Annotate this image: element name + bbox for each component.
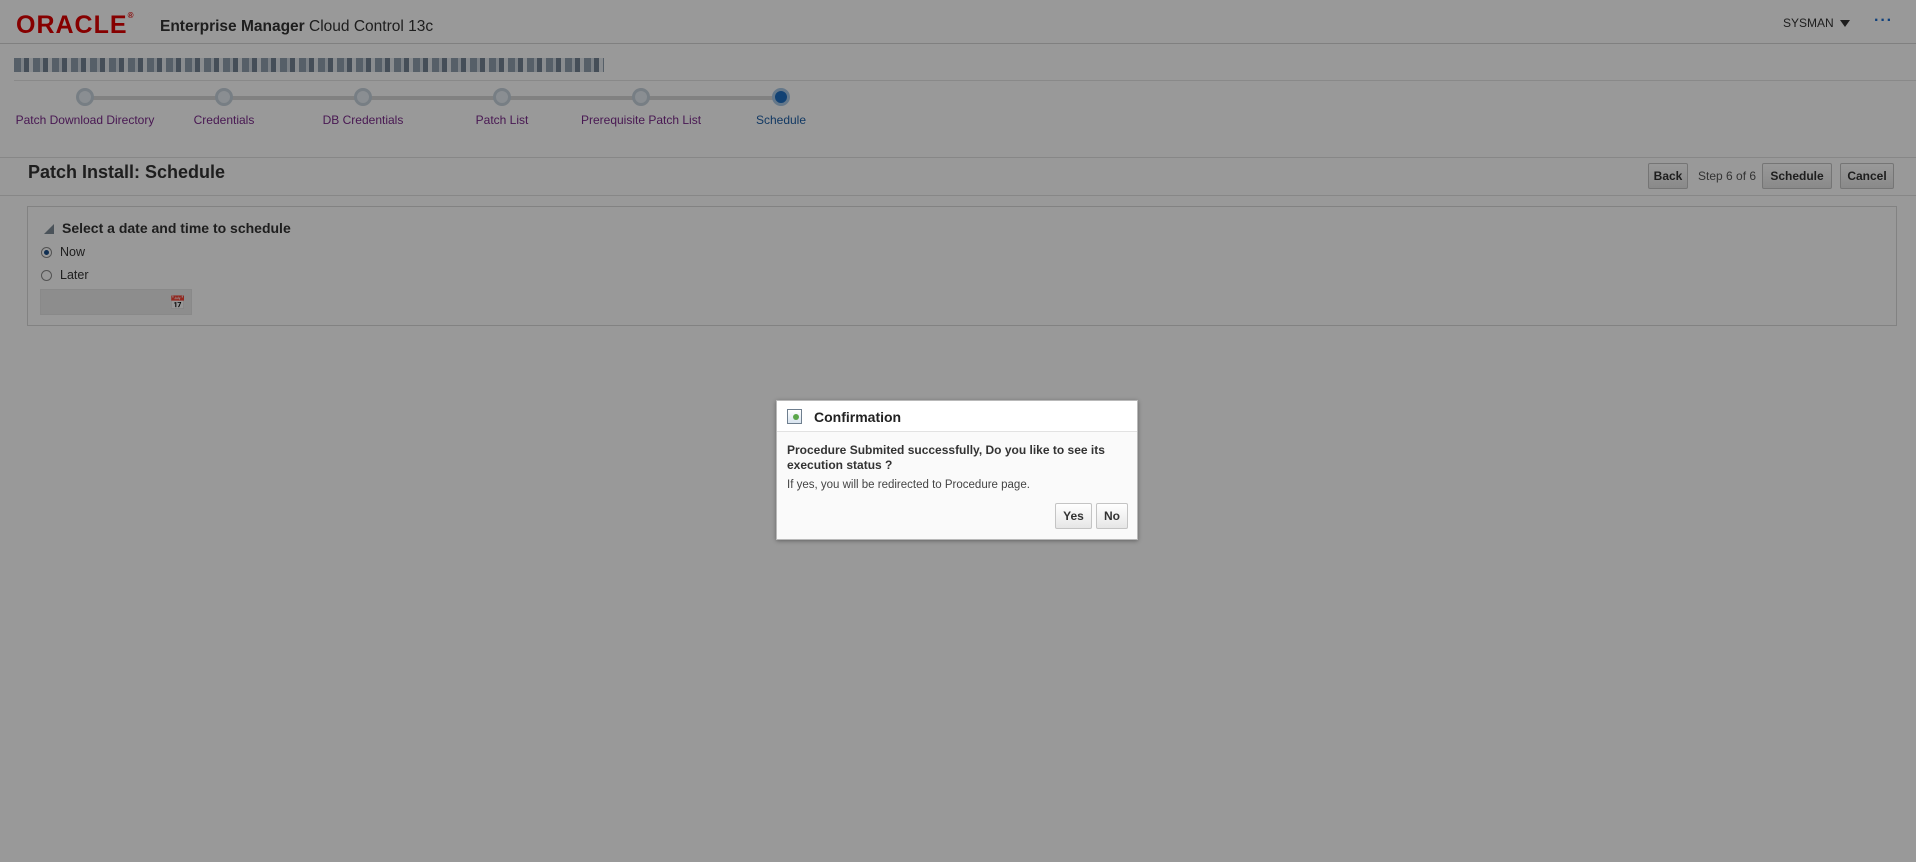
dialog-message: Procedure Submited successfully, Do you … [787,443,1105,472]
dialog-sub-message: If yes, you will be redirected to Proced… [787,479,1030,491]
confirmation-dialog: Confirmation Procedure Submited successf… [776,400,1138,540]
yes-button[interactable]: Yes [1055,503,1092,529]
confirmation-icon [787,409,802,424]
no-button[interactable]: No [1096,503,1128,529]
dialog-title: Confirmation [814,409,902,425]
dialog-header: Confirmation [777,401,1137,432]
